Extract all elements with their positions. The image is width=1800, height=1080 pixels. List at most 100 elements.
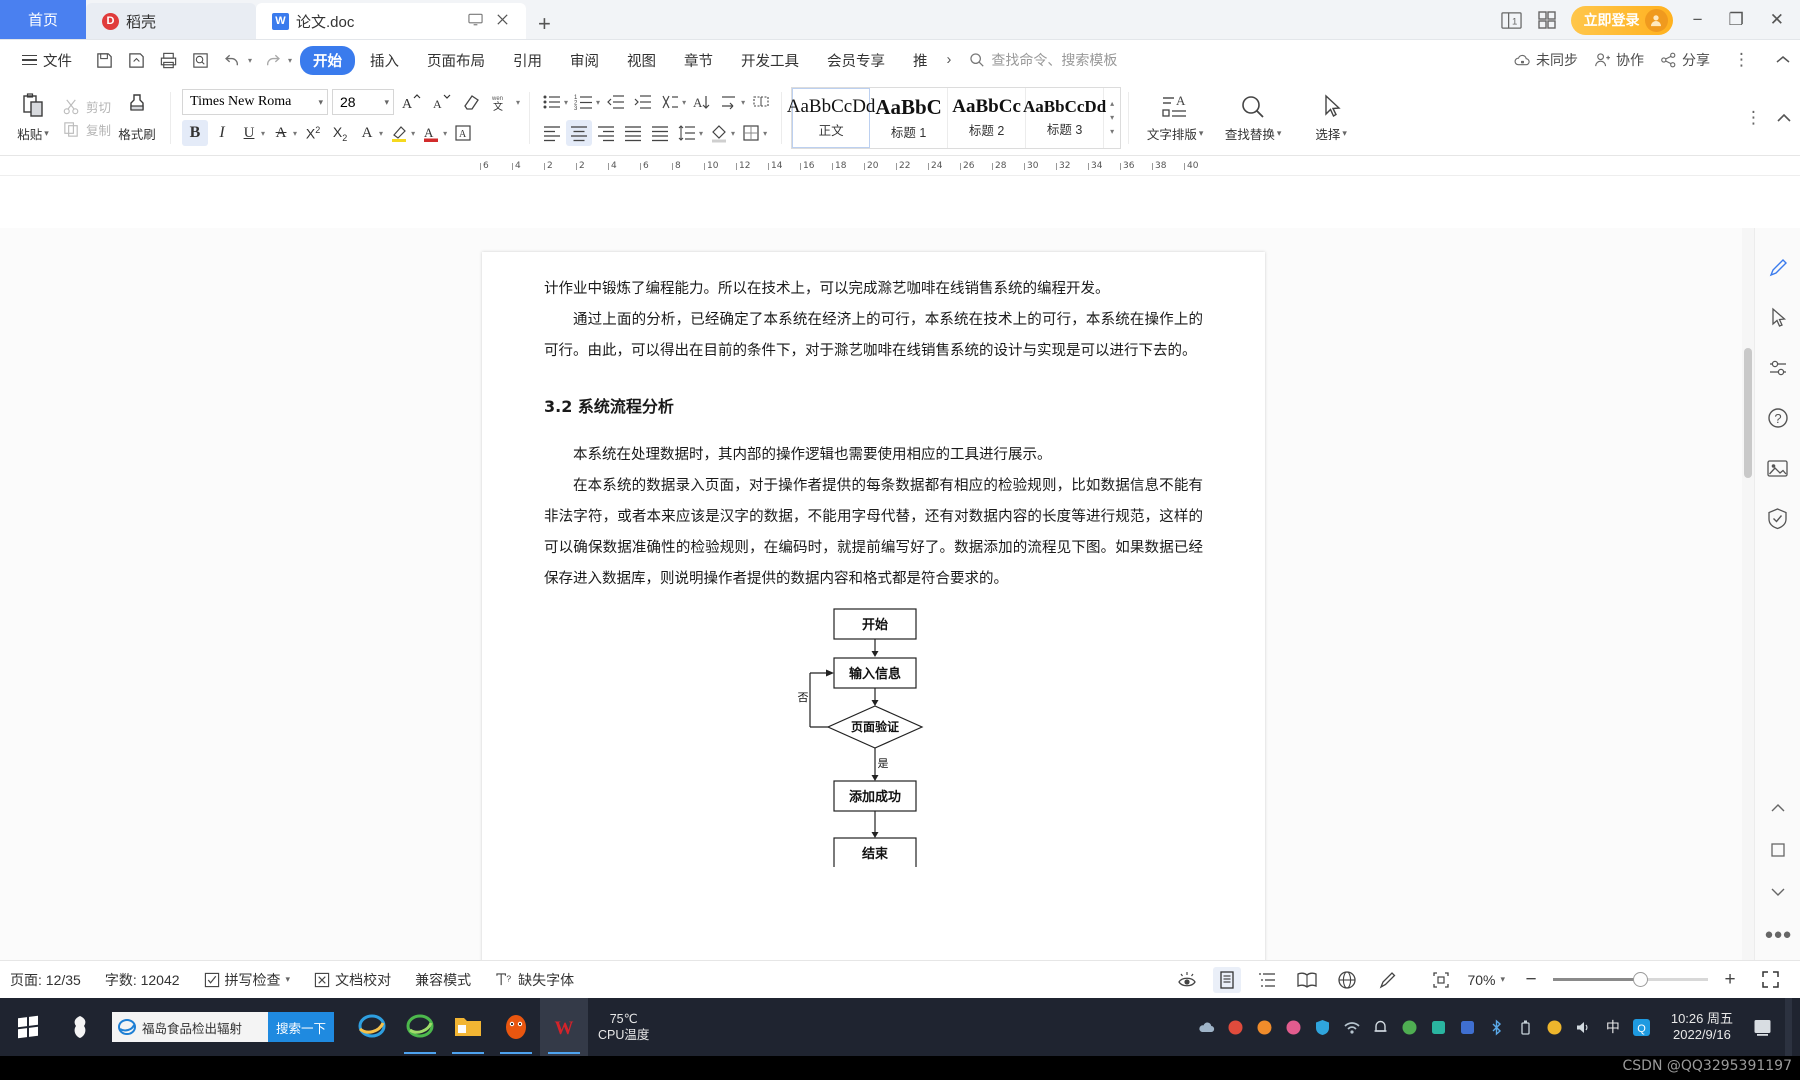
style-heading-3[interactable]: AaBbCcDd 标题 3	[1023, 87, 1106, 148]
font-color-button[interactable]: A	[418, 120, 444, 146]
bluetooth-icon[interactable]	[1487, 1017, 1507, 1037]
style-normal[interactable]: AaBbCcDd 正文	[787, 87, 875, 148]
spellcheck-toggle[interactable]: 拼写检查 ▾	[204, 970, 290, 990]
collaborate-button[interactable]: 协作	[1594, 50, 1644, 70]
app-tray-blue-icon[interactable]	[1458, 1017, 1478, 1037]
character-border-button[interactable]: A	[450, 120, 476, 146]
paste-dropdown-icon[interactable]: ▾	[44, 128, 49, 139]
taskbar-app-file-explorer[interactable]	[444, 998, 492, 1056]
align-right-button[interactable]	[593, 120, 619, 146]
paste-button[interactable]: 粘贴 ▾	[6, 92, 60, 143]
compatibility-mode[interactable]: 兼容模式	[415, 970, 471, 990]
close-button[interactable]: ✕	[1764, 10, 1790, 30]
justify-button[interactable]	[620, 120, 646, 146]
tab-grid-icon[interactable]	[1537, 10, 1557, 30]
zoom-in-button[interactable]: +	[1716, 967, 1744, 993]
find-replace-button[interactable]: 查找替换 ▾	[1214, 93, 1292, 143]
line-spacing-dropdown-icon[interactable]: ▾	[699, 129, 703, 138]
shading-button[interactable]	[706, 120, 732, 146]
eye-protect-icon[interactable]	[1173, 967, 1201, 993]
strikethrough-button[interactable]: A	[268, 120, 294, 146]
taskbar-search-box[interactable]: 福岛食品检出辐射 搜索一下	[112, 1012, 334, 1042]
borders-button[interactable]	[738, 120, 764, 146]
ribbon-tab-page-layout[interactable]: 页面布局	[414, 46, 498, 75]
usb-icon[interactable]	[1516, 1017, 1536, 1037]
ribbon-tab-view[interactable]: 视图	[614, 46, 669, 75]
format-painter-button[interactable]: 格式刷	[111, 92, 163, 143]
show-marks-button[interactable]	[716, 89, 742, 115]
style-heading-1[interactable]: AaBbC 标题 1	[870, 87, 949, 148]
subscript-button[interactable]: X2	[327, 120, 353, 146]
app-tray-yellow-icon[interactable]	[1545, 1017, 1565, 1037]
highlight-dropdown-icon[interactable]: ▾	[411, 129, 415, 138]
tab-home[interactable]: 首页	[0, 0, 86, 39]
fullscreen-button[interactable]	[1756, 967, 1784, 993]
numbering-dropdown-icon[interactable]: ▾	[596, 98, 600, 107]
notifications-icon[interactable]	[1371, 1017, 1391, 1037]
text-effects-dropdown-icon[interactable]: ▾	[379, 129, 383, 138]
windows-start-button[interactable]	[0, 998, 56, 1056]
distribute-button[interactable]	[647, 120, 673, 146]
one-page-view-icon[interactable]: 1	[1500, 10, 1523, 31]
taskbar-search-input[interactable]: 福岛食品检出辐射	[112, 1018, 268, 1037]
ribbon-tab-review[interactable]: 审阅	[557, 46, 612, 75]
taskbar-search-button[interactable]: 搜索一下	[268, 1012, 334, 1042]
flowchart-figure[interactable]: 开始 输入信息 页面验证 否 是 添加成功 结束	[544, 607, 1203, 867]
underline-button[interactable]: U	[236, 120, 262, 146]
scrollbar-thumb[interactable]	[1744, 348, 1752, 478]
tab-document[interactable]: W 论文.doc	[256, 3, 526, 39]
reading-layout-button[interactable]	[1293, 967, 1321, 993]
customize-qat-icon[interactable]: ▾	[288, 56, 292, 65]
ribbon-tab-insert[interactable]: 插入	[357, 46, 412, 75]
zoom-dropdown-icon[interactable]: ▾	[1500, 974, 1505, 985]
borders-dropdown-icon[interactable]: ▾	[763, 129, 767, 138]
taskbar-pinned-app[interactable]	[56, 998, 104, 1056]
more-options-icon[interactable]: ⋮	[1726, 50, 1758, 70]
highlight-color-button[interactable]	[386, 120, 412, 146]
tab-docer[interactable]: D 稻壳	[86, 3, 256, 39]
text-effects-button[interactable]: A	[354, 120, 380, 146]
vertical-scrollbar[interactable]	[1742, 228, 1754, 960]
bullets-dropdown-icon[interactable]: ▾	[564, 98, 568, 107]
zoom-level-button[interactable]: 70% ▾	[1467, 972, 1505, 988]
annotation-mode-button[interactable]	[1373, 967, 1401, 993]
network-icon[interactable]	[1342, 1017, 1362, 1037]
gallery-expand-icon[interactable]: ▾	[1110, 127, 1114, 136]
numbered-list-button[interactable]: 123	[571, 89, 597, 115]
image-tool-icon[interactable]	[1764, 454, 1792, 482]
outline-view-button[interactable]	[1253, 967, 1281, 993]
decrease-font-size-button[interactable]: A	[428, 89, 454, 115]
rail-more-icon[interactable]: ●●●	[1764, 920, 1792, 948]
page-indicator[interactable]: 页面: 12/35	[10, 970, 81, 990]
text-layout-dropdown-icon[interactable]: ▾	[1199, 128, 1204, 139]
pinyin-dropdown-icon[interactable]: ▾	[516, 98, 520, 107]
grid-settings-button[interactable]	[748, 89, 774, 115]
shield-check-icon[interactable]	[1764, 504, 1792, 532]
chevron-up-icon[interactable]	[1774, 53, 1792, 67]
bullet-list-button[interactable]	[539, 89, 565, 115]
select-button[interactable]: 选择 ▾	[1292, 93, 1370, 143]
document-body[interactable]: 计作业中锻炼了编程能力。所以在技术上，可以完成滁艺咖啡在线销售系统的编程开发。 …	[482, 252, 1265, 867]
action-center-icon[interactable]	[1752, 1017, 1772, 1037]
font-name-input[interactable]: Times New Roma ▾	[182, 89, 329, 115]
redo-icon[interactable]	[258, 46, 286, 74]
ribbon-tab-references[interactable]: 引用	[500, 46, 555, 75]
share-button[interactable]: 分享	[1660, 50, 1710, 70]
line-spacing-button[interactable]	[674, 120, 700, 146]
smart-layout-dropdown-icon[interactable]: ▾	[682, 98, 686, 107]
increase-font-size-button[interactable]: A	[398, 89, 424, 115]
align-center-button[interactable]	[566, 120, 593, 146]
horizontal-ruler[interactable]: 6 4 2 2 4 6 8 10 12 14 16 18 20 22 24 26…	[0, 156, 1800, 176]
shading-dropdown-icon[interactable]: ▾	[731, 129, 735, 138]
search-input[interactable]: 查找命令、搜索模板	[969, 50, 1117, 70]
print-preview-icon[interactable]	[186, 46, 214, 74]
taskbar-clock[interactable]: 10:26 周五 2022/9/16	[1661, 1011, 1743, 1043]
decrease-indent-button[interactable]	[603, 89, 629, 115]
gallery-up-icon[interactable]: ▴	[1110, 99, 1114, 108]
document-workspace[interactable]: 计作业中锻炼了编程能力。所以在技术上，可以完成滁艺咖啡在线销售系统的编程开发。 …	[0, 228, 1800, 960]
ribbon-overflow-icon[interactable]: ⋮	[1738, 108, 1770, 128]
ime-indicator[interactable]: 中	[1603, 1017, 1623, 1037]
show-desktop-button[interactable]	[1785, 998, 1792, 1056]
font-size-input[interactable]: 28 ▾	[332, 89, 395, 115]
page-up-icon[interactable]	[1764, 794, 1792, 822]
